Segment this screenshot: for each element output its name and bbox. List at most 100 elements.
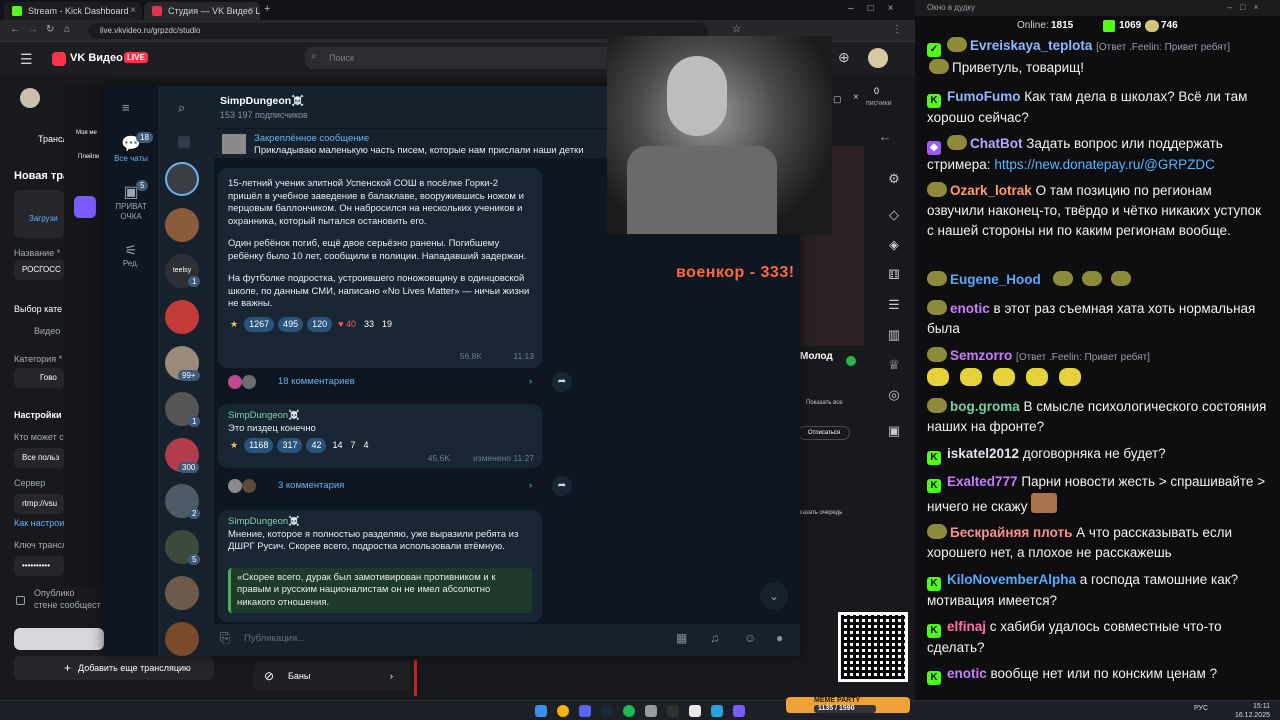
- name-field[interactable]: РОСГОСС: [14, 260, 64, 280]
- how-setup-link[interactable]: Как настрои: [14, 518, 64, 528]
- back-icon[interactable]: ←: [10, 24, 20, 35]
- dice-icon[interactable]: ⚅: [885, 266, 903, 284]
- start-icon[interactable]: [535, 705, 547, 717]
- show-all-link[interactable]: Показать все: [806, 400, 843, 406]
- system-clock[interactable]: 15:11 16.12.2025: [1235, 702, 1270, 720]
- reaction-chip[interactable]: 7: [349, 438, 358, 453]
- add-icon[interactable]: ⊕: [838, 49, 850, 66]
- chat-username[interactable]: ChatBot: [970, 136, 1023, 151]
- collapse-arrow-icon[interactable]: ←: [876, 128, 894, 146]
- chat-username[interactable]: enotic: [950, 301, 990, 316]
- steam-icon[interactable]: [601, 705, 613, 717]
- menu-dots-icon[interactable]: ⋮: [892, 24, 902, 35]
- mic-icon[interactable]: ●: [776, 631, 783, 645]
- reaction-chip[interactable]: 14: [330, 438, 344, 453]
- submit-button[interactable]: [14, 628, 104, 650]
- folder-edit[interactable]: ⚟ Ред.: [104, 242, 158, 268]
- emoji-icon[interactable]: ☺: [744, 631, 756, 645]
- reaction-chip[interactable]: 120: [307, 316, 333, 332]
- app-icon[interactable]: [733, 705, 745, 717]
- reaction-chip[interactable]: 1267: [244, 316, 275, 332]
- reaction-chip[interactable]: 42: [306, 438, 327, 453]
- spotify-icon[interactable]: [623, 705, 635, 717]
- window-controls[interactable]: –□×: [848, 3, 907, 14]
- vk-logo-text[interactable]: VK Видео: [70, 52, 123, 64]
- attach-icon[interactable]: ⎘: [220, 630, 230, 646]
- archive-icon[interactable]: [178, 136, 190, 148]
- chat-username[interactable]: elfinaj: [947, 619, 986, 634]
- gem-icon[interactable]: ◈: [885, 236, 903, 254]
- reaction-chip[interactable]: 1168: [244, 438, 274, 453]
- language-indicator[interactable]: РУС: [1194, 705, 1208, 712]
- stats-icon[interactable]: ▥: [885, 326, 903, 344]
- search-icon[interactable]: ⌕: [178, 100, 185, 116]
- list-icon[interactable]: ☰: [885, 296, 903, 314]
- publish-checkbox[interactable]: [16, 596, 25, 605]
- chat-bubble-icon[interactable]: ◎: [885, 386, 903, 404]
- vk-search-input[interactable]: Поиск: [305, 47, 645, 69]
- chat-avatar[interactable]: [165, 576, 199, 610]
- schedule-icon[interactable]: ▦: [676, 631, 687, 645]
- chat-username[interactable]: enotic: [947, 666, 987, 681]
- bookmark-icon[interactable]: ☆: [732, 24, 741, 35]
- who-can-select[interactable]: Все польз: [14, 448, 64, 468]
- obs-icon[interactable]: [667, 705, 679, 717]
- chat-username[interactable]: KiloNovemberAlpha: [947, 572, 1076, 587]
- bell-icon[interactable]: ♫: [710, 631, 719, 645]
- add-stream-button[interactable]: + Добавить еще трансляцию: [14, 656, 214, 680]
- close-icon[interactable]: ×: [853, 92, 859, 103]
- chat-avatar[interactable]: [165, 300, 199, 334]
- chat-username[interactable]: iskatel2012: [947, 446, 1019, 461]
- reaction-chip[interactable]: 4: [362, 438, 371, 453]
- chat-username[interactable]: Бескрайняя плоть: [950, 525, 1072, 540]
- reaction-star[interactable]: ★: [228, 438, 240, 453]
- reaction-chip[interactable]: 317: [277, 438, 303, 453]
- bans-row[interactable]: ⊘ Баны ›: [254, 662, 410, 690]
- reload-icon[interactable]: ↻: [46, 24, 54, 35]
- folder-private[interactable]: ▣ ПРИВАТ ОЧКА 5: [104, 180, 158, 222]
- home-icon[interactable]: ⌂: [64, 24, 70, 35]
- telegram-icon[interactable]: [711, 705, 723, 717]
- chat-username[interactable]: Exalted777: [947, 474, 1018, 489]
- comments-link[interactable]: 3 комментария ›: [218, 474, 542, 498]
- diamond-icon[interactable]: ◇: [885, 206, 903, 224]
- video-option[interactable]: Видео: [34, 326, 60, 336]
- close-tab-icon[interactable]: ×: [248, 2, 254, 20]
- hamburger-icon[interactable]: ☰: [20, 51, 33, 68]
- share-button[interactable]: ➦: [552, 476, 572, 496]
- trophy-icon[interactable]: ♕: [885, 356, 903, 374]
- clips-icon[interactable]: ▣: [885, 422, 903, 440]
- chat-username[interactable]: Eugene_Hood: [950, 272, 1041, 287]
- chat-username[interactable]: Evreiskaya_teplota: [970, 38, 1092, 53]
- settings-gear-icon[interactable]: ⚙: [885, 170, 903, 188]
- queue-link[interactable]: казать очередь: [800, 510, 842, 516]
- chat-avatar[interactable]: [165, 622, 199, 656]
- chat-username[interactable]: Ozark_lotrak: [950, 183, 1032, 198]
- chat-avatar[interactable]: [165, 162, 199, 196]
- share-button[interactable]: ➦: [552, 372, 572, 392]
- app-icon[interactable]: [689, 705, 701, 717]
- channel-tile[interactable]: [74, 196, 96, 218]
- server-field[interactable]: rtmp://vsu: [14, 494, 64, 514]
- comments-link[interactable]: 18 комментариев ›: [218, 370, 542, 394]
- chrome-icon[interactable]: [557, 705, 569, 717]
- chat-username[interactable]: bog.groma: [950, 399, 1020, 414]
- reaction-chip[interactable]: 495: [278, 316, 304, 332]
- folder-all-chats[interactable]: 💬 Все чаты 18: [104, 132, 158, 163]
- meme-party-widget[interactable]: MEME PARTY 1135 / 1590: [786, 697, 910, 713]
- reaction-chip[interactable]: 19: [380, 317, 394, 332]
- upload-box[interactable]: Загрузи: [14, 190, 64, 238]
- discord-icon[interactable]: [579, 705, 591, 717]
- chat-username[interactable]: Semzorro: [950, 348, 1012, 363]
- popout-icon[interactable]: ▢: [833, 94, 842, 105]
- new-tab-button[interactable]: +: [264, 3, 270, 15]
- chat-avatar[interactable]: [165, 208, 199, 242]
- scroll-down-button[interactable]: ⌄: [760, 582, 788, 610]
- key-field[interactable]: ••••••••••: [14, 556, 64, 576]
- reaction-heart[interactable]: ♥ 40: [336, 317, 358, 332]
- close-tab-icon[interactable]: ×: [130, 2, 136, 20]
- app-icon[interactable]: [645, 705, 657, 717]
- profile-avatar[interactable]: [868, 48, 888, 68]
- reaction-star[interactable]: ★: [228, 317, 240, 332]
- unsubscribe-button[interactable]: Отписаться: [798, 426, 850, 440]
